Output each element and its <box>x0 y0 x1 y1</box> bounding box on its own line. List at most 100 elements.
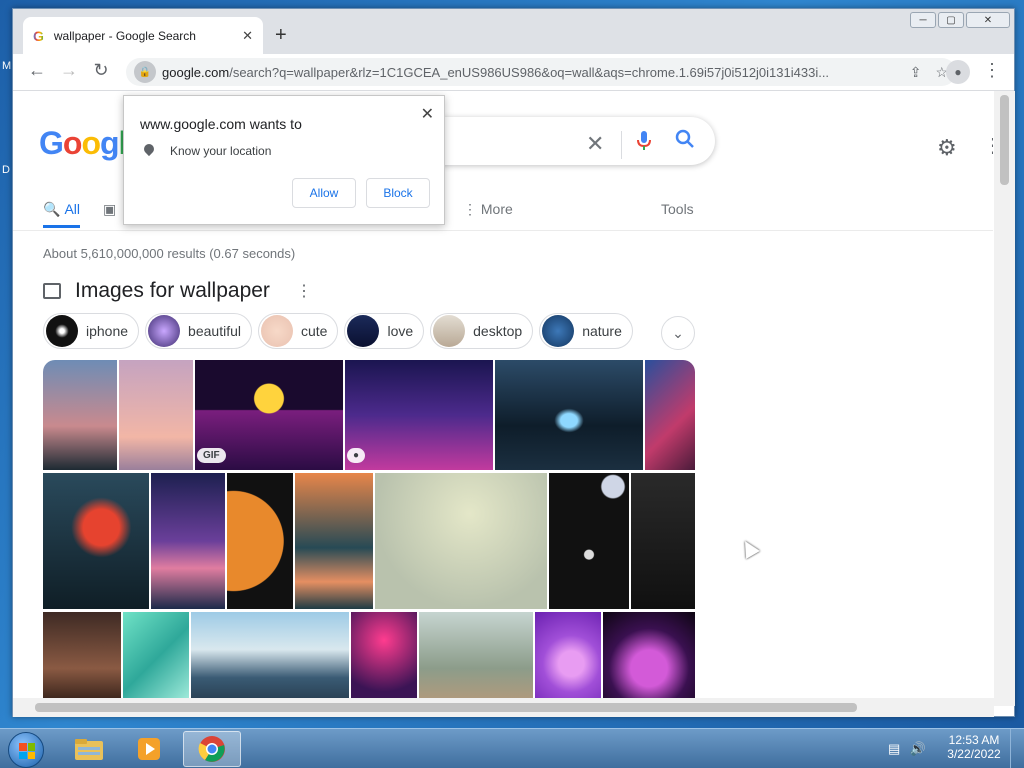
search-results-page: Google ✕ ⚙ ⋮ 🔍All ▣ ⋮ More Tools About 5… <box>13 91 993 706</box>
image-result[interactable] <box>645 360 695 470</box>
window-controls: ─ ▢ ✕ <box>910 12 1010 28</box>
image-result[interactable] <box>351 612 417 706</box>
chip-beautiful[interactable]: beautiful <box>145 313 252 349</box>
image-result[interactable] <box>295 473 373 609</box>
chip-thumbnail <box>46 315 78 347</box>
chip-desktop[interactable]: desktop <box>430 313 534 349</box>
start-button[interactable] <box>8 732 44 768</box>
chip-thumbnail <box>542 315 575 347</box>
image-result[interactable] <box>631 473 695 609</box>
tab-tools[interactable]: Tools <box>661 201 694 217</box>
image-result[interactable] <box>151 473 225 609</box>
image-result[interactable] <box>549 473 629 609</box>
tab-more[interactable]: ⋮ More <box>463 201 513 218</box>
back-icon[interactable]: ← <box>25 60 49 81</box>
microphone-icon[interactable] <box>637 131 651 156</box>
image-result[interactable] <box>375 473 547 609</box>
images-section-header: Images for wallpaper ⋮ <box>43 279 312 303</box>
tab-images-icon[interactable]: ▣ <box>103 201 116 218</box>
chip-label: cute <box>300 323 328 339</box>
chip-iphone[interactable]: iphone <box>43 313 140 349</box>
location-permission-popup: www.google.com wants to ✕ Know your loca… <box>123 95 445 225</box>
chips-expand-chevron-icon[interactable]: ⌄ <box>661 316 695 350</box>
chip-cute[interactable]: cute <box>257 313 339 349</box>
window-close-button[interactable]: ✕ <box>966 12 1010 28</box>
chip-nature[interactable]: nature <box>539 313 633 349</box>
tab-close-icon[interactable]: ✕ <box>242 28 253 44</box>
desktop-icon-fragment[interactable]: M <box>2 60 11 72</box>
browser-window: G wallpaper - Google Search ✕ + ─ ▢ ✕ ← … <box>12 8 1015 717</box>
image-result[interactable] <box>43 612 121 706</box>
url-path: /search?q=wallpaper&rlz=1C1GCEA_enUS986U… <box>229 64 830 80</box>
chip-label: iphone <box>86 323 129 339</box>
network-icon[interactable]: ▤ <box>888 741 900 756</box>
vertical-scrollbar[interactable] <box>994 91 1015 706</box>
browser-tab[interactable]: G wallpaper - Google Search ✕ <box>23 17 263 54</box>
browser-menu-icon[interactable]: ⋮ <box>983 60 1001 81</box>
image-result[interactable] <box>419 612 533 706</box>
image-result[interactable] <box>43 473 149 609</box>
image-result[interactable] <box>227 473 293 609</box>
forward-icon[interactable]: → <box>57 60 81 81</box>
popup-close-icon[interactable]: ✕ <box>421 104 434 124</box>
section-more-icon[interactable]: ⋮ <box>296 281 312 301</box>
profile-avatar-icon[interactable]: ● <box>946 60 970 84</box>
image-icon <box>43 283 61 299</box>
image-result[interactable]: GIF <box>195 360 343 470</box>
lock-icon[interactable]: 🔒 <box>134 61 156 83</box>
logo-letter: o <box>62 125 83 161</box>
desktop-icon-fragment[interactable]: D <box>2 164 10 176</box>
chip-thumbnail <box>148 315 181 347</box>
taskbar: ▤ 🔊 12:53 AM 3/22/2022 <box>0 728 1024 768</box>
clock-time: 12:53 AM <box>948 733 1000 747</box>
image-result[interactable] <box>535 612 601 706</box>
popup-title: www.google.com wants to <box>140 116 302 132</box>
allow-button[interactable]: Allow <box>292 178 356 208</box>
block-button[interactable]: Block <box>366 178 430 208</box>
image-result[interactable] <box>495 360 643 470</box>
clear-search-icon[interactable]: ✕ <box>586 131 604 157</box>
tab-more-label: More <box>480 201 513 217</box>
tab-all[interactable]: 🔍 All <box>43 201 80 228</box>
permission-text: Know your location <box>170 144 272 158</box>
tag-badge-icon: ● <box>347 448 366 463</box>
tab-title: wallpaper - Google Search <box>53 28 196 43</box>
image-result[interactable] <box>191 612 349 706</box>
image-result[interactable] <box>119 360 193 470</box>
chrome-taskbar-icon[interactable] <box>183 731 241 767</box>
clock[interactable]: 12:53 AM 3/22/2022 <box>944 733 1004 761</box>
image-result[interactable] <box>43 360 117 470</box>
location-pin-icon <box>141 141 157 157</box>
url-host: google.com <box>162 64 230 80</box>
new-tab-button[interactable]: + <box>275 25 287 45</box>
more-options-icon[interactable]: ⋮ <box>983 133 993 158</box>
chip-label: beautiful <box>188 323 241 339</box>
chip-love[interactable]: love <box>344 313 425 349</box>
search-divider <box>621 131 622 159</box>
settings-gear-icon[interactable]: ⚙ <box>937 135 957 161</box>
maximize-button[interactable]: ▢ <box>938 12 964 28</box>
chip-label: nature <box>582 323 622 339</box>
tab-strip: G wallpaper - Google Search ✕ + ─ ▢ ✕ <box>13 9 1014 54</box>
media-player-icon[interactable] <box>120 731 178 767</box>
image-result[interactable]: ● <box>345 360 493 470</box>
url-text[interactable]: google.com/search?q=wallpaper&rlz=1C1GCE… <box>162 65 896 80</box>
address-bar[interactable]: 🔒 google.com/search?q=wallpaper&rlz=1C1G… <box>126 58 956 86</box>
scroll-thumb[interactable] <box>1000 95 1009 185</box>
show-desktop-button[interactable] <box>1010 729 1024 768</box>
chip-thumbnail <box>433 315 466 347</box>
images-heading[interactable]: Images for wallpaper <box>75 279 270 303</box>
share-icon[interactable]: ⇪ <box>910 64 922 81</box>
image-grid: GIF ● <box>43 360 695 706</box>
volume-icon[interactable]: 🔊 <box>910 741 926 756</box>
browser-toolbar: ← → ↻ 🔒 google.com/search?q=wallpaper&rl… <box>13 54 1014 91</box>
image-result[interactable] <box>123 612 189 706</box>
minimize-button[interactable]: ─ <box>910 12 936 28</box>
reload-icon[interactable]: ↻ <box>89 60 113 81</box>
file-explorer-icon[interactable] <box>60 731 118 767</box>
chip-label: desktop <box>473 323 523 339</box>
scroll-thumb[interactable] <box>35 703 857 712</box>
horizontal-scrollbar[interactable] <box>13 698 994 717</box>
image-result[interactable] <box>603 612 695 706</box>
search-icon[interactable] <box>675 129 695 155</box>
